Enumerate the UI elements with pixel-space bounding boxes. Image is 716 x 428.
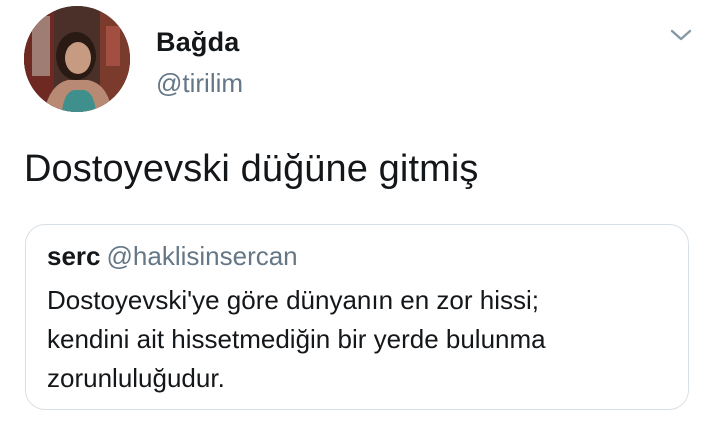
quoted-tweet-header: serc @haklisinsercan [47, 241, 298, 272]
author-display-name[interactable]: Bağda [156, 27, 240, 58]
quoted-text-line: kendini ait hissetmediğin bir yerde bulu… [47, 324, 546, 354]
chevron-down-icon [670, 29, 692, 41]
quoted-text-line: zorunluluğudur. [47, 363, 225, 393]
avatar-photo-icon [24, 6, 130, 112]
quoted-tweet-card[interactable]: serc @haklisinsercan Dostoyevski'ye göre … [25, 224, 689, 410]
author-handle[interactable]: @tirilim [156, 68, 243, 99]
tweet-text: Dostoyevski düğüne gitmiş [24, 148, 479, 190]
author-avatar[interactable] [24, 6, 130, 112]
tweet: Bağda @tirilim Dostoyevski düğüne gitmiş… [0, 0, 716, 428]
quoted-tweet-text: Dostoyevski'ye göre dünyanın en zor hiss… [47, 281, 677, 398]
quoted-author-name: serc [47, 241, 101, 271]
quoted-author-handle: @haklisinsercan [106, 241, 298, 271]
tweet-menu-button[interactable] [668, 26, 694, 44]
quoted-text-line: Dostoyevski'ye göre dünyanın en zor hiss… [47, 285, 539, 315]
